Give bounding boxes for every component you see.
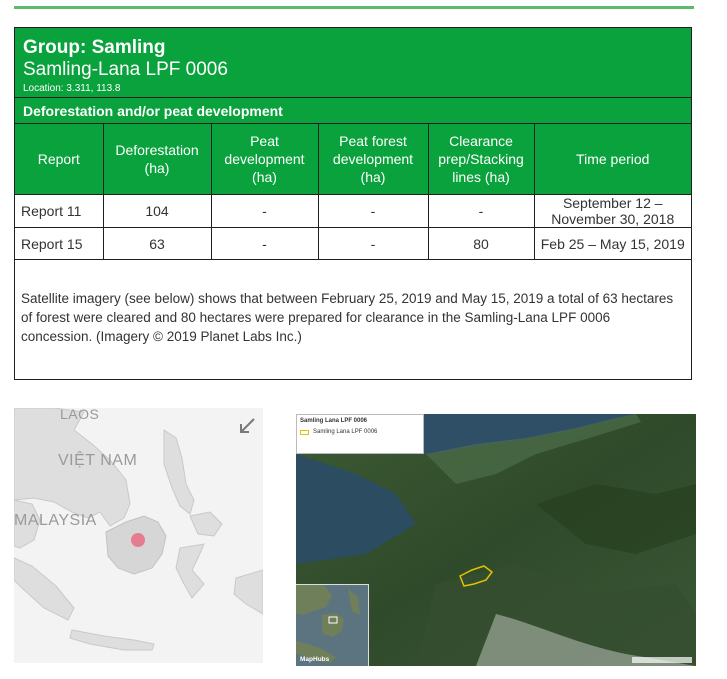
locator-map[interactable]: LAOS VIỆT NAM MALAYSIA bbox=[14, 408, 263, 663]
inset-overview-map bbox=[296, 584, 369, 666]
imagery-note: Satellite imagery (see below) shows that… bbox=[21, 291, 674, 344]
col-header-deforestation: Deforestation (ha) bbox=[102, 124, 212, 195]
col-header-time-period: Time period bbox=[533, 124, 691, 195]
cell-peat-forest-development: - bbox=[317, 194, 429, 228]
concession-name: Samling-Lana LPF 0006 bbox=[23, 59, 228, 80]
map-label-laos: LAOS bbox=[60, 408, 100, 422]
cell-clearance-prep: - bbox=[427, 194, 535, 228]
location-text: Location: 3.311, 113.8 bbox=[23, 83, 121, 94]
section-title: Deforestation and/or peat development bbox=[15, 98, 691, 124]
legend-title: Samling Lana LPF 0006 bbox=[300, 418, 368, 424]
col-header-report: Report bbox=[15, 124, 104, 195]
col-header-peat-development: Peat development (ha) bbox=[210, 124, 319, 195]
cell-clearance-prep: 80 bbox=[427, 227, 535, 260]
col-header-peat-forest-development: Peat forest development (ha) bbox=[317, 124, 429, 195]
expand-arrow-icon[interactable] bbox=[237, 416, 257, 436]
cell-report: Report 15 bbox=[15, 227, 104, 260]
table-row: Report 15 63 - - 80 Feb 25 – May 15, 201… bbox=[15, 227, 691, 260]
top-divider bbox=[14, 6, 694, 9]
deforestation-table: Report Deforestation (ha) Peat developme… bbox=[15, 124, 691, 260]
cell-deforestation: 104 bbox=[102, 194, 212, 228]
cell-peat-development: - bbox=[210, 227, 319, 260]
legend-item-label: Samling Lana LPF 0006 bbox=[313, 429, 378, 435]
map-label-vietnam: VIỆT NAM bbox=[58, 452, 138, 469]
legend-swatch bbox=[300, 429, 309, 435]
map-attribution: MapHubs bbox=[300, 656, 330, 663]
satellite-map[interactable]: Samling Lana LPF 0006 Samling Lana LPF 0… bbox=[296, 414, 696, 666]
locator-map-graphic bbox=[14, 408, 263, 663]
cell-deforestation: 63 bbox=[102, 227, 212, 260]
col-header-clearance-prep: Clearance prep/Stacking lines (ha) bbox=[427, 124, 535, 195]
map-legend: Samling Lana LPF 0006 Samling Lana LPF 0… bbox=[296, 414, 424, 454]
cell-time-period: Feb 25 – May 15, 2019 bbox=[533, 227, 691, 260]
table-row: Report 11 104 - - - September 12 – Novem… bbox=[15, 194, 691, 228]
legend-row: Samling Lana LPF 0006 bbox=[300, 428, 420, 436]
scale-bar bbox=[632, 657, 692, 663]
cell-report: Report 11 bbox=[15, 194, 104, 228]
cell-peat-forest-development: - bbox=[317, 227, 429, 260]
location-marker bbox=[131, 533, 145, 547]
concession-report-box: Group: Samling Samling-Lana LPF 0006 Loc… bbox=[14, 27, 692, 380]
concession-header: Group: Samling Samling-Lana LPF 0006 Loc… bbox=[15, 28, 691, 98]
cell-peat-development: - bbox=[210, 194, 319, 228]
map-label-malaysia: MALAYSIA bbox=[14, 512, 97, 529]
cell-time-period: September 12 – November 30, 2018 bbox=[533, 194, 691, 228]
table-header-row: Report Deforestation (ha) Peat developme… bbox=[15, 124, 691, 195]
group-title: Group: Samling bbox=[23, 37, 166, 58]
